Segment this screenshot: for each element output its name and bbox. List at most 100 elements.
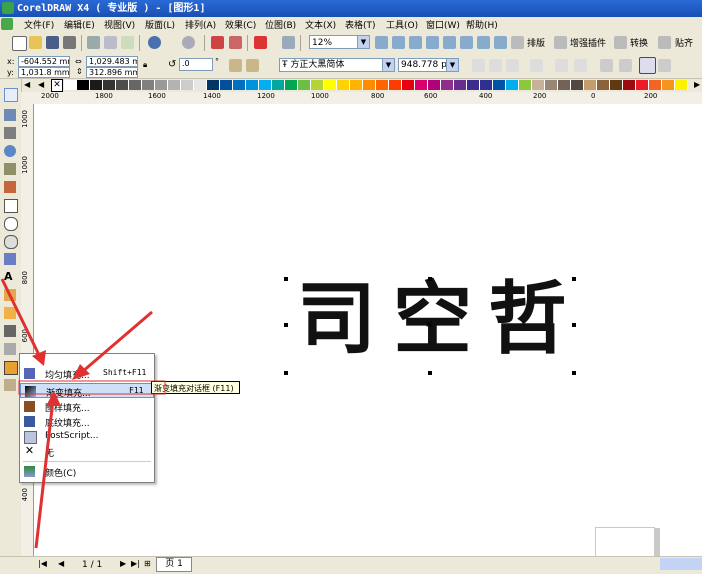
color-swatch[interactable] bbox=[194, 80, 207, 90]
bullet-icon[interactable] bbox=[555, 59, 568, 72]
zoom-tool-icon[interactable] bbox=[4, 145, 16, 157]
menu-item-texture-fill[interactable]: 底纹填充... bbox=[20, 414, 154, 429]
menu-text[interactable]: 文本(X) bbox=[305, 18, 336, 31]
horizontal-text-icon[interactable] bbox=[639, 57, 656, 74]
color-swatch[interactable] bbox=[116, 80, 129, 90]
menu-bitmaps[interactable]: 位图(B) bbox=[265, 18, 296, 31]
underline-icon[interactable] bbox=[506, 59, 519, 72]
interactive-effects-tool-icon[interactable] bbox=[4, 307, 16, 319]
color-swatch[interactable] bbox=[545, 80, 558, 90]
smart-fill-tool-icon[interactable] bbox=[4, 181, 16, 193]
zoom-out-icon[interactable] bbox=[392, 36, 405, 49]
mirror-vertical-icon[interactable] bbox=[246, 59, 259, 72]
fill-tool-icon[interactable] bbox=[4, 361, 18, 375]
color-swatch[interactable] bbox=[363, 80, 376, 90]
interactive-fill-tool-icon[interactable] bbox=[4, 379, 16, 391]
color-swatch[interactable] bbox=[298, 80, 311, 90]
copy-icon[interactable] bbox=[104, 36, 117, 49]
rotation-field[interactable]: .0 bbox=[179, 58, 213, 71]
font-size-select[interactable]: 948.778 pt ▼ bbox=[398, 58, 459, 72]
next-page-icon[interactable]: ▶ bbox=[120, 559, 126, 568]
menu-item-pattern-fill[interactable]: 图样填充... bbox=[20, 399, 154, 414]
basic-shapes-tool-icon[interactable] bbox=[4, 253, 16, 265]
color-swatch[interactable] bbox=[493, 80, 506, 90]
color-swatch[interactable] bbox=[480, 80, 493, 90]
width-field[interactable]: 1,029.483 mm bbox=[86, 56, 138, 67]
zoom-page-icon[interactable] bbox=[443, 36, 456, 49]
menu-item-no-fill[interactable]: ✕ 无 bbox=[20, 444, 154, 459]
welcome-screen-icon[interactable] bbox=[282, 36, 295, 49]
color-swatch[interactable] bbox=[415, 80, 428, 90]
rotation-center-icon[interactable]: × bbox=[425, 319, 433, 330]
color-swatch[interactable] bbox=[584, 80, 597, 90]
color-swatch[interactable] bbox=[233, 80, 246, 90]
selection-handle[interactable] bbox=[284, 323, 288, 327]
zoom-in-icon[interactable] bbox=[375, 36, 388, 49]
selection-handle[interactable] bbox=[428, 277, 432, 281]
menu-view[interactable]: 视图(V) bbox=[104, 18, 135, 31]
selection-handle[interactable] bbox=[284, 371, 288, 375]
undo-icon[interactable] bbox=[148, 36, 161, 49]
menu-help[interactable]: 帮助(H) bbox=[466, 18, 498, 31]
pan-icon[interactable] bbox=[494, 36, 507, 49]
font-name-select[interactable]: Ŧ 方正大黑简体 ▼ bbox=[279, 58, 395, 72]
menu-layout[interactable]: 版面(L) bbox=[145, 18, 175, 31]
no-color-swatch[interactable]: ✕ bbox=[51, 79, 63, 92]
italic-icon[interactable] bbox=[489, 59, 502, 72]
menu-arrange[interactable]: 排列(A) bbox=[185, 18, 216, 31]
color-swatch[interactable] bbox=[675, 80, 688, 90]
table-tool-icon[interactable] bbox=[4, 289, 16, 301]
color-swatch[interactable] bbox=[181, 80, 194, 90]
horizontal-scrollbar[interactable] bbox=[660, 558, 702, 570]
pick-tool-icon[interactable] bbox=[4, 88, 18, 102]
color-swatch[interactable] bbox=[246, 80, 259, 90]
selection-handle[interactable] bbox=[572, 277, 576, 281]
color-swatch[interactable] bbox=[649, 80, 662, 90]
color-swatch[interactable] bbox=[597, 80, 610, 90]
eyedropper-tool-icon[interactable] bbox=[4, 325, 16, 337]
text-format-icon[interactable] bbox=[600, 59, 613, 72]
color-swatch[interactable] bbox=[103, 80, 116, 90]
color-swatch[interactable] bbox=[389, 80, 402, 90]
freehand-tool-icon[interactable] bbox=[4, 163, 16, 175]
vertical-text-icon[interactable] bbox=[658, 59, 671, 72]
menu-item-color[interactable]: 颜色(C) bbox=[20, 464, 154, 479]
new-icon[interactable] bbox=[12, 36, 27, 51]
color-swatch[interactable] bbox=[220, 80, 233, 90]
color-swatch[interactable] bbox=[129, 80, 142, 90]
snap-button[interactable]: 贴齐 bbox=[675, 36, 693, 49]
menu-tools[interactable]: 工具(O) bbox=[386, 18, 418, 31]
layout-icon[interactable] bbox=[511, 36, 524, 49]
color-swatch[interactable] bbox=[402, 80, 415, 90]
color-swatch[interactable] bbox=[519, 80, 532, 90]
palette-flyout-icon[interactable]: ▶ bbox=[694, 80, 700, 89]
enhance-plugin-button[interactable]: 增强插件 bbox=[570, 36, 606, 49]
paste-icon[interactable] bbox=[121, 36, 134, 49]
height-field[interactable]: 312.896 mm bbox=[86, 67, 138, 78]
selection-handle[interactable] bbox=[572, 371, 576, 375]
chevron-down-icon[interactable]: ▼ bbox=[357, 36, 369, 48]
y-position-field[interactable]: 1,031.8 mm bbox=[18, 67, 70, 78]
color-swatch[interactable] bbox=[90, 80, 103, 90]
color-swatch[interactable] bbox=[285, 80, 298, 90]
color-swatch[interactable] bbox=[311, 80, 324, 90]
color-swatch[interactable] bbox=[610, 80, 623, 90]
color-swatch[interactable] bbox=[168, 80, 181, 90]
prev-page-icon[interactable]: ◀ bbox=[58, 559, 64, 568]
convert-button[interactable]: 转换 bbox=[630, 36, 648, 49]
text-tool-icon[interactable]: A bbox=[4, 271, 16, 283]
color-swatch[interactable] bbox=[571, 80, 584, 90]
x-position-field[interactable]: -604.552 mm bbox=[18, 56, 70, 67]
selection-handle[interactable] bbox=[428, 371, 432, 375]
color-swatch[interactable] bbox=[428, 80, 441, 90]
menu-file[interactable]: 文件(F) bbox=[24, 18, 54, 31]
lock-ratio-icon[interactable]: 🔒︎ bbox=[143, 60, 147, 70]
shape-tool-icon[interactable] bbox=[4, 109, 16, 121]
zoom-height-icon[interactable] bbox=[477, 36, 490, 49]
menu-item-uniform-fill[interactable]: 均匀填充... Shift+F11 bbox=[20, 366, 154, 381]
snap-icon[interactable] bbox=[658, 36, 671, 49]
outline-tool-icon[interactable] bbox=[4, 343, 16, 355]
ellipse-tool-icon[interactable] bbox=[4, 217, 18, 231]
menu-item-gradient-fill[interactable]: 渐变填充... F11 bbox=[20, 383, 154, 399]
menu-window[interactable]: 窗口(W) bbox=[426, 18, 460, 31]
